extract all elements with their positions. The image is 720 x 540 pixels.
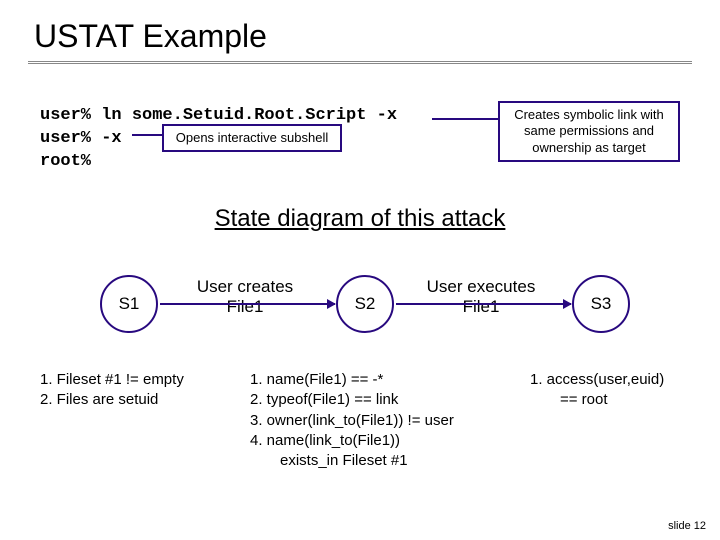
cond2-line2: 2. typeof(File1) == link <box>250 390 520 410</box>
arrow-2 <box>396 303 571 305</box>
state-s1: S1 <box>100 275 158 333</box>
state-s3: S3 <box>572 275 630 333</box>
transition-label-2: User executes File1 <box>406 277 556 318</box>
cond1-line2: 2. Files are setuid <box>40 390 230 410</box>
trans2-line2: File1 <box>463 297 500 316</box>
cond1-line1: 1. Fileset #1 != empty <box>40 370 230 390</box>
section-heading: State diagram of this attack <box>0 205 720 233</box>
cond2-line4: 4. name(link_to(File1)) <box>250 431 520 451</box>
connector-line-subshell <box>132 134 162 136</box>
cond3-line1: 1. access(user,euid) <box>530 370 710 390</box>
trans2-line1: User executes <box>427 277 536 296</box>
callout-subshell: Opens interactive subshell <box>162 124 342 152</box>
cond2-line3: 3. owner(link_to(File1)) != user <box>250 411 520 431</box>
cond2-line1: 1. name(File1) == -* <box>250 370 520 390</box>
callout-symlink: Creates symbolic link with same permissi… <box>498 101 680 162</box>
transition-label-1: User creates File1 <box>170 277 320 318</box>
state-s2: S2 <box>336 275 394 333</box>
conditions-s1: 1. Fileset #1 != empty 2. Files are setu… <box>40 370 230 411</box>
trans1-line1: User creates <box>197 277 293 296</box>
title-underline <box>28 61 692 64</box>
conditions-s3: 1. access(user,euid) == root <box>530 370 710 411</box>
connector-line-symlink <box>432 118 498 120</box>
slide-number: slide 12 <box>668 520 706 532</box>
arrow-1 <box>160 303 335 305</box>
slide-title: USTAT Example <box>0 0 720 61</box>
trans1-line2: File1 <box>227 297 264 316</box>
state-diagram: S1 User creates File1 S2 User executes F… <box>0 255 720 375</box>
cond3-line2: == root <box>530 390 710 410</box>
conditions-s2: 1. name(File1) == -* 2. typeof(File1) ==… <box>250 370 520 471</box>
cond2-line5: exists_in Fileset #1 <box>250 451 520 471</box>
